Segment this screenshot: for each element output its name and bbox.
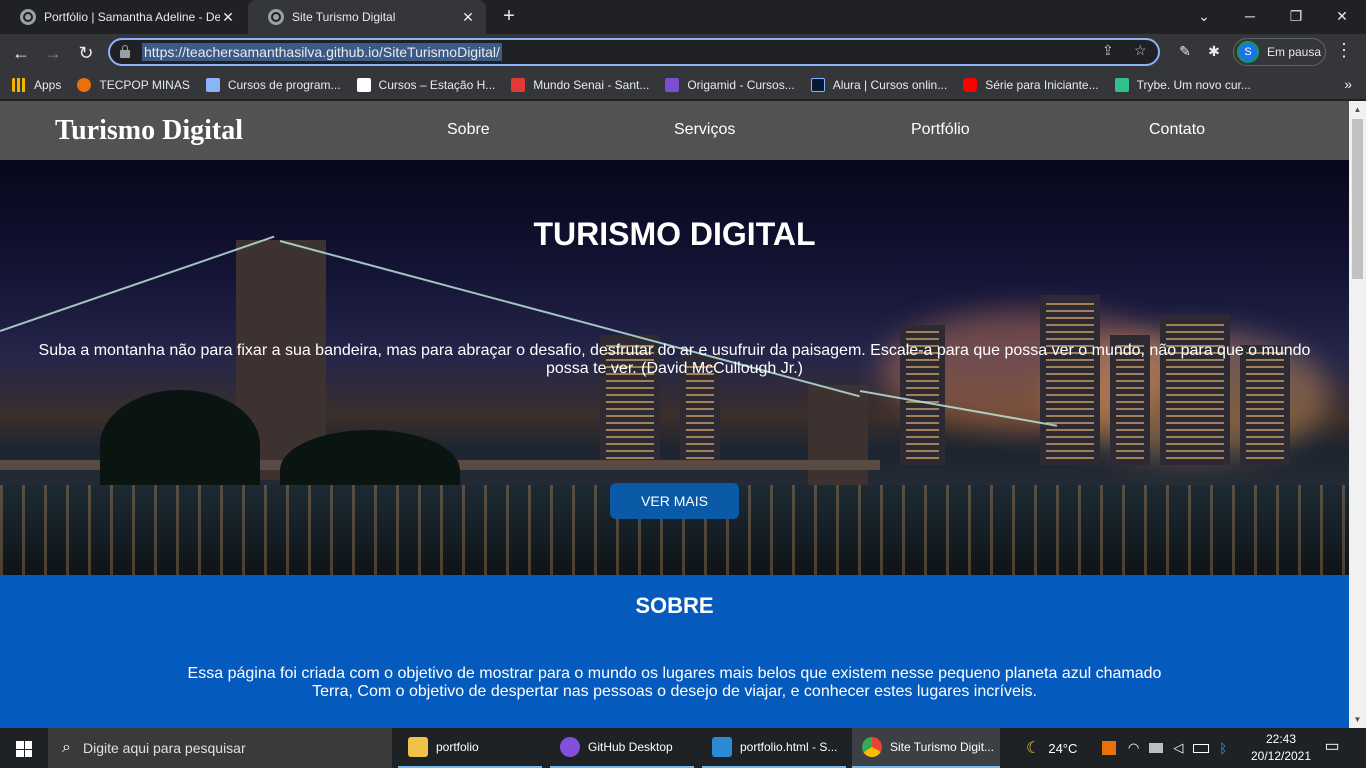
scroll-up-arrow-icon[interactable]: ▲ [1349,101,1366,118]
page-scrollbar[interactable]: ▲ ▼ [1349,101,1366,728]
close-window-button[interactable]: ✕ [1319,0,1365,34]
senai-icon [511,78,526,92]
bookmark-tecpop[interactable]: TECPOP MINAS [77,78,190,92]
estacao-icon [356,78,371,92]
back-arrow-icon[interactable]: ← [8,40,34,66]
more-bookmarks-icon[interactable]: » [1344,76,1352,92]
app-tray-icon[interactable] [1102,741,1116,755]
sobre-title: SOBRE [635,593,714,618]
sobre-text: Essa página foi criada com o objetivo de… [187,665,1162,700]
scrollbar-thumb[interactable] [1352,119,1363,279]
moon-cloud-icon: ☾ [1026,740,1041,757]
chrome-icon [862,737,882,757]
globe-icon [20,9,36,25]
page-viewport: Turismo Digital Sobre Serviços Portfólio… [0,101,1349,728]
site-navbar: Turismo Digital Sobre Serviços Portfólio… [0,101,1349,160]
tab-search-icon[interactable]: ⌄ [1181,0,1227,34]
extension-pen-icon[interactable]: ✎ [1172,38,1198,64]
bookmark-trybe[interactable]: Trybe. Um novo cur... [1114,78,1251,92]
ver-mais-button[interactable]: VER MAIS [610,483,739,519]
bookmarks-bar: Apps TECPOP MINAS Cursos de program... C… [0,71,1366,100]
avatar: S [1237,41,1259,63]
weather-temp: 24°C [1048,740,1078,756]
start-button[interactable] [0,728,48,768]
tab-portfolio[interactable]: Portfólio | Samantha Adeline - De ✕ [0,0,246,34]
site-brand[interactable]: Turismo Digital [55,115,243,147]
hero-quote: Suba a montanha não para fixar a sua ban… [38,342,1311,377]
wifi-icon[interactable]: ◠ [1128,740,1139,756]
tab-title: Portfólio | Samantha Adeline - De [44,10,220,24]
taskbar-item-github-desktop[interactable]: GitHub Desktop [550,728,694,768]
close-tab-icon[interactable]: ✕ [220,9,236,26]
search-icon: ⌕ [62,739,71,756]
menu-kebab-icon[interactable]: ⋮ [1334,40,1354,61]
tecpop-icon [77,78,92,92]
profile-status: Em pausa [1267,45,1322,59]
share-icon[interactable]: ⇪ [1102,42,1114,59]
restore-button[interactable]: ❐ [1273,0,1319,34]
browser-tab-strip: Portfólio | Samantha Adeline - De ✕ Site… [0,0,1366,34]
taskbar-clock[interactable]: 22:43 20/12/2021 [1242,731,1320,765]
address-bar[interactable]: https://teachersamanthasilva.github.io/S… [108,38,1160,66]
extensions-puzzle-icon[interactable]: ✱ [1201,38,1227,64]
taskbar-item-vscode[interactable]: portfolio.html - S... [702,728,846,768]
system-tray-icons: ◠ ◁ ᛒ [1102,728,1227,768]
bookmark-youtube[interactable]: Série para Iniciante... [963,78,1099,92]
device-icon[interactable] [1149,743,1164,753]
search-placeholder: Digite aqui para pesquisar [82,740,246,756]
battery-icon[interactable] [1193,743,1210,753]
bookmark-origamid[interactable]: Origamid - Cursos... [665,78,795,92]
windows-taskbar: ⌕ Digite aqui para pesquisar portfolio G… [0,728,1366,768]
windows-logo-icon [16,741,32,757]
tab-site-turismo[interactable]: Site Turismo Digital ✕ [248,0,486,34]
taskbar-item-chrome[interactable]: Site Turismo Digit... [852,728,1000,768]
clock-time: 22:43 [1265,732,1297,746]
bookmark-estacao[interactable]: Cursos – Estação H... [356,78,495,92]
nav-link-servicos[interactable]: Serviços [674,121,735,139]
github-desktop-icon [560,737,580,757]
origamid-icon [665,78,680,92]
vscode-icon [712,737,732,757]
bookmark-senai[interactable]: Mundo Senai - Sant... [511,78,649,92]
nav-link-sobre[interactable]: Sobre [447,121,490,139]
taskbar-item-portfolio-folder[interactable]: portfolio [398,728,542,768]
profile-button[interactable]: S Em pausa [1233,38,1326,66]
tab-title: Site Turismo Digital [292,10,396,24]
notifications-icon[interactable]: ▭ [1320,736,1344,760]
clock-date: 20/12/2021 [1250,749,1312,763]
bluetooth-icon[interactable]: ᛒ [1219,741,1227,756]
apps-grid-icon [12,78,26,92]
hero-section: TURISMO DIGITAL Suba a montanha não para… [0,160,1349,575]
youtube-icon [963,78,978,92]
bookmark-star-icon[interactable]: ☆ [1134,42,1147,59]
url-text[interactable]: https://teachersamanthasilva.github.io/S… [142,43,502,61]
reload-icon[interactable]: ↻ [73,40,99,66]
alura-icon [810,78,825,92]
forward-arrow-icon[interactable]: → [40,40,66,66]
hero-title: TURISMO DIGITAL [533,216,816,252]
bookmark-apps[interactable]: Apps [12,78,61,92]
close-tab-icon[interactable]: ✕ [460,9,476,26]
trybe-icon [1114,78,1129,92]
folder-icon [408,737,428,757]
new-tab-button[interactable]: + [498,5,520,27]
minimize-button[interactable]: ─ [1227,0,1273,34]
scroll-down-arrow-icon[interactable]: ▼ [1349,711,1366,728]
globe-icon [268,9,284,25]
snowflake-icon [205,78,220,92]
volume-icon[interactable]: ◁ [1173,740,1183,756]
weather-widget[interactable]: ☾ 24°C [1026,728,1077,768]
bookmark-alura[interactable]: Alura | Cursos onlin... [810,78,947,92]
sobre-section: SOBRE Essa página foi criada com o objet… [0,575,1349,728]
bookmark-cursos-programacao[interactable]: Cursos de program... [205,78,341,92]
lock-icon [120,44,130,58]
nav-link-contato[interactable]: Contato [1149,121,1205,139]
nav-link-portfolio[interactable]: Portfólio [911,121,970,139]
taskbar-search-box[interactable]: ⌕ Digite aqui para pesquisar [48,728,392,768]
